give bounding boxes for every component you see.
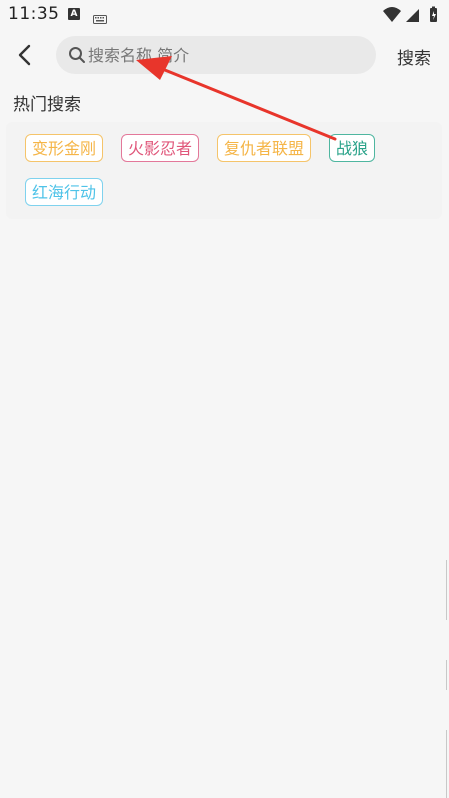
hot-tag[interactable]: 变形金刚 <box>25 134 104 162</box>
hot-tag[interactable]: 火影忍者 <box>121 134 200 162</box>
keyboard-icon <box>93 9 107 28</box>
hot-search-card: 变形金刚 火影忍者 复仇者联盟 战狼 红海行动 <box>6 122 442 219</box>
wifi-icon <box>383 7 401 22</box>
hot-tag-label: 战狼 <box>336 139 369 158</box>
hot-tag-label: 复仇者联盟 <box>224 139 305 158</box>
back-button[interactable] <box>10 40 40 70</box>
search-icon <box>69 47 85 63</box>
scroll-edge <box>446 660 447 690</box>
search-screen: 11:35 A 搜索名称 简介 搜索 热门搜索 变形金刚 火影忍者 复仇者联盟 … <box>0 0 449 798</box>
notification-a-icon: A <box>68 8 80 20</box>
status-icons <box>381 6 441 24</box>
hot-search-title: 热门搜索 <box>13 95 81 115</box>
hot-tag[interactable]: 战狼 <box>329 134 376 162</box>
status-bar: 11:35 A <box>0 0 449 30</box>
scroll-edge <box>446 730 447 798</box>
scroll-edge <box>446 560 447 620</box>
search-box[interactable] <box>56 36 376 74</box>
chevron-left-icon <box>18 44 31 66</box>
hot-tag-label: 火影忍者 <box>128 139 193 158</box>
search-header: 搜索 <box>0 30 449 82</box>
hot-tag-label: 变形金刚 <box>32 139 97 158</box>
hot-tag-label: 红海行动 <box>32 183 97 202</box>
status-time: 11:35 <box>8 4 60 24</box>
annotation-arrow <box>136 56 337 141</box>
hot-tag[interactable]: 红海行动 <box>25 178 104 206</box>
search-input[interactable] <box>88 36 368 74</box>
search-button[interactable]: 搜索 <box>397 44 431 69</box>
battery-icon <box>430 6 437 22</box>
signal-icon <box>406 9 419 22</box>
hot-tag[interactable]: 复仇者联盟 <box>217 134 312 162</box>
